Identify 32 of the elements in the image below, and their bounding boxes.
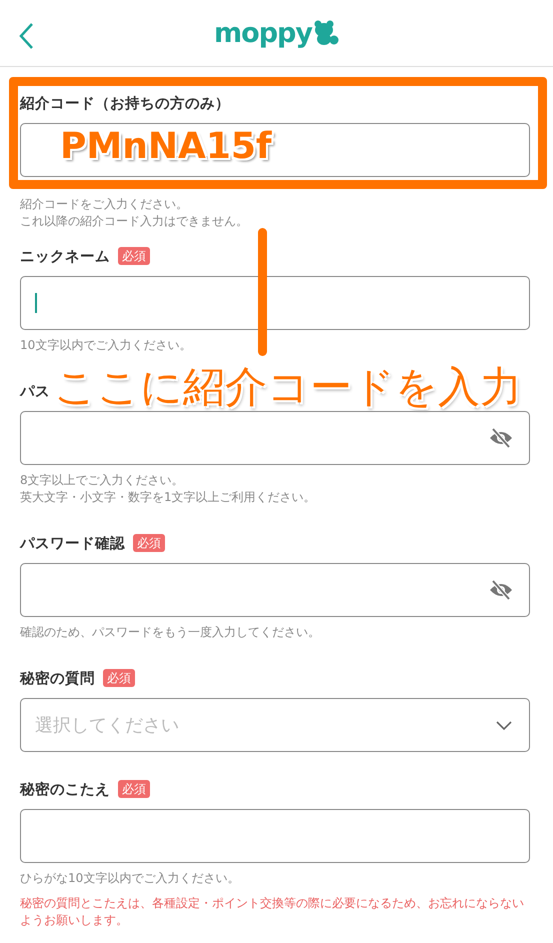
referral-code-field[interactable] (20, 123, 530, 177)
chevron-down-icon (496, 721, 512, 731)
hint-text: 英大文字・小文字・数字を1文字以上ご利用ください。 (20, 489, 317, 506)
input-field[interactable] (20, 276, 530, 330)
hint-text: これ以降の紹介コード入力はできません。 (20, 213, 249, 230)
eye-off-icon[interactable] (489, 428, 513, 448)
field-label: パスワード確認 (20, 534, 125, 552)
mascot-icon (312, 20, 339, 46)
annotation-caption: ここに紹介コードを入力 (54, 362, 522, 412)
field-label: ニックネーム (20, 248, 110, 266)
back-icon[interactable] (18, 22, 34, 50)
password-field[interactable] (20, 563, 530, 617)
eye-off-icon[interactable] (489, 580, 513, 600)
password-field[interactable] (20, 411, 530, 465)
field-label: パス (20, 382, 50, 400)
field-label: 秘密の質問 (20, 670, 95, 688)
required-badge: 必須 (103, 668, 135, 688)
required-badge: 必須 (118, 246, 150, 266)
required-badge: 必須 (133, 534, 165, 552)
hint-text: 8文字以上でご入力ください。 (20, 472, 185, 489)
input-field[interactable] (20, 809, 530, 863)
annotation-code: PMnNA15f (60, 125, 272, 168)
hint-text: 紹介コードをご入力ください。 (20, 196, 189, 213)
logo-text: moppy (214, 20, 312, 46)
hint-text: 10文字以内でご入力ください。 (20, 337, 192, 354)
warning-note: 秘密の質問とこたえは、各種設定・ポイント交換等の際に必要になるため、お忘れにならないようお願いします。 (20, 895, 525, 929)
required-badge: 必須 (118, 780, 150, 798)
hint-text: ひらがな10文字以内でご入力ください。 (20, 870, 240, 887)
select-field[interactable]: 選択してください (20, 698, 530, 752)
field-label: 秘密のこたえ (20, 780, 110, 798)
field-label: 紹介コード（お持ちの方のみ） (20, 94, 230, 112)
hint-text: 確認のため、パスワードをもう一度入力してください。 (20, 624, 321, 641)
